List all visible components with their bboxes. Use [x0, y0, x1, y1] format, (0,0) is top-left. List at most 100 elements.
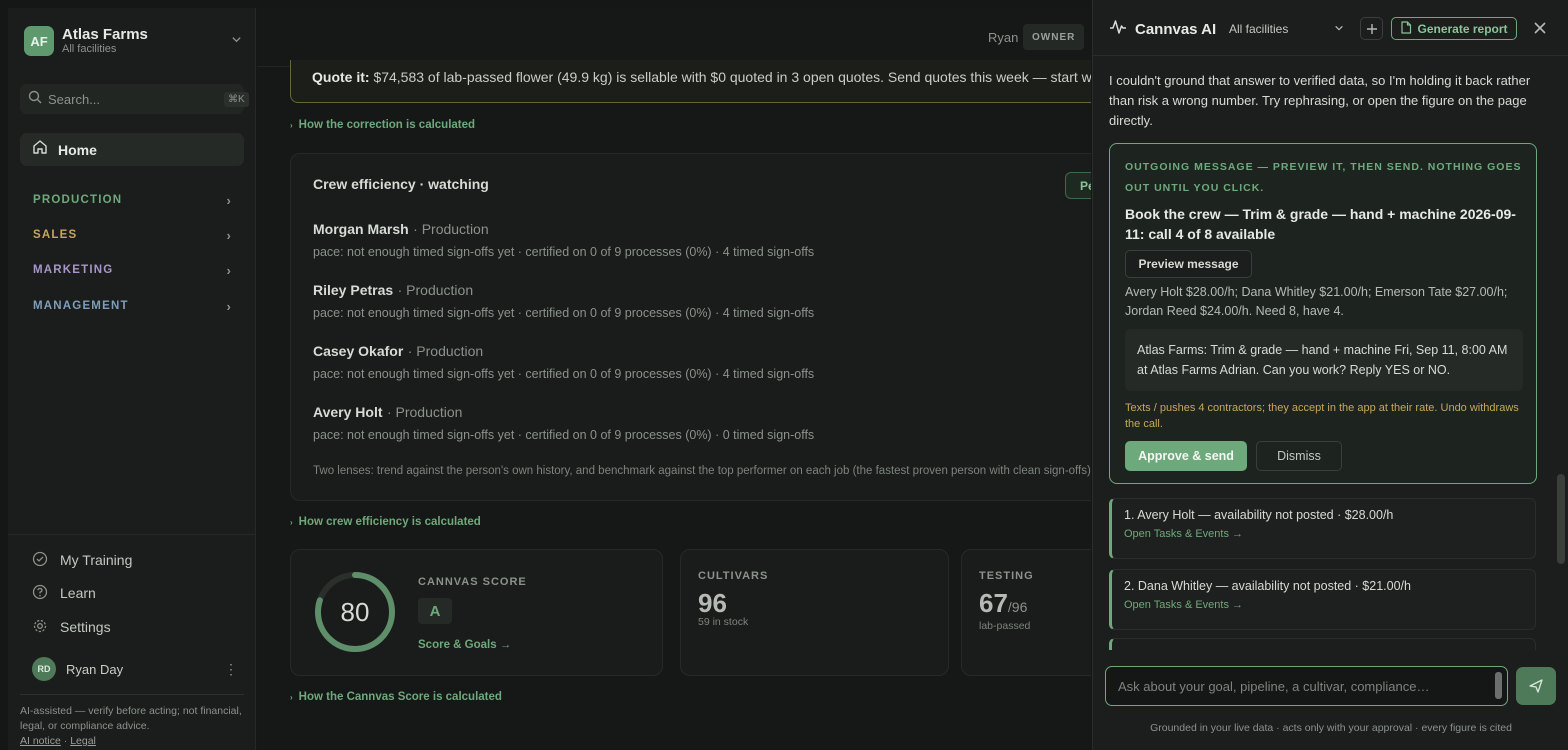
assistant-message: I couldn't ground that answer to verifie…	[1109, 73, 1531, 128]
correction-calc-link[interactable]: › How the correction is calculated	[290, 119, 475, 131]
sidebar-divider	[8, 534, 256, 535]
activity-icon	[1109, 18, 1127, 40]
score-grade: A	[418, 598, 452, 624]
send-icon	[1529, 679, 1543, 693]
panel-scrollbar[interactable]	[1557, 474, 1565, 564]
facility-select[interactable]: All facilities	[1223, 17, 1350, 40]
cannvas-score-card: 80 CANNVAS SCORE A Score & Goals →	[290, 549, 663, 676]
org-switcher[interactable]: AF Atlas Farms All facilities	[24, 24, 244, 58]
open-tasks-link[interactable]: Open Tasks & Events →	[1124, 528, 1523, 540]
nav-home[interactable]: Home	[20, 133, 244, 166]
legal-link[interactable]: Legal	[70, 735, 96, 747]
cultivars-sub: 59 in stock	[698, 616, 749, 628]
chevron-right-icon: ›	[226, 298, 232, 314]
approval-title: Book the crew — Trim & grade — hand + ma…	[1125, 206, 1516, 242]
top-bar: Ryan OWNER	[257, 8, 1091, 67]
search-box[interactable]: ⌘K	[20, 84, 249, 114]
nav-section-marketing[interactable]: MARKETING ›	[20, 255, 244, 285]
score-goals-link[interactable]: Score & Goals →	[418, 639, 511, 651]
section-label: MANAGEMENT	[33, 300, 129, 312]
search-shortcut: ⌘K	[224, 91, 249, 107]
input-scrollbar[interactable]	[1495, 672, 1502, 699]
quote-text: $74,583 of lab-passed flower (49.9 kg) i…	[373, 69, 1091, 85]
user-name: Ryan Day	[66, 661, 124, 677]
dismiss-button[interactable]: Dismiss	[1256, 441, 1342, 471]
crew-dept: · Production	[386, 404, 463, 420]
candidate-item-partial	[1109, 638, 1536, 650]
crew-rates: Avery Holt $28.00/h; Dana Whitley $21.00…	[1125, 285, 1508, 318]
quote-label: Quote it:	[312, 69, 370, 85]
nav-section-sales[interactable]: SALES ›	[20, 220, 244, 250]
preview-message-button[interactable]: Preview message	[1125, 250, 1252, 278]
caret-right-icon: ›	[290, 693, 293, 702]
ai-panel-header: Cannvas AI All facilities Generate repor…	[1093, 0, 1568, 56]
chat-input-box[interactable]	[1105, 666, 1508, 706]
quote-insight-card: Quote it: $74,583 of lab-passed flower (…	[290, 60, 1091, 103]
crew-calc-link[interactable]: › How crew efficiency is calculated	[290, 516, 481, 528]
ai-panel: Cannvas AI All facilities Generate repor…	[1092, 0, 1568, 750]
org-logo: AF	[24, 26, 54, 56]
sms-preview: Atlas Farms: Trim & grade — hand + machi…	[1125, 329, 1523, 391]
candidate-label: 2. Dana Whitley — availability not poste…	[1124, 579, 1411, 593]
nav-section-production[interactable]: PRODUCTION ›	[20, 185, 244, 215]
ai-panel-title: Cannvas AI	[1109, 18, 1216, 40]
plus-icon	[1366, 23, 1377, 34]
user-menu[interactable]: RD Ryan Day ⋮	[32, 656, 238, 682]
search-icon	[28, 90, 42, 109]
crew-meta: pace: not enough timed sign-offs yet · c…	[313, 428, 815, 442]
cultivars-card[interactable]: CULTIVARS 96 59 in stock	[680, 549, 949, 676]
testing-total: /96	[1007, 599, 1028, 615]
score-kicker: CANNVAS SCORE	[418, 576, 527, 588]
candidate-item: 2. Dana Whitley — availability not poste…	[1109, 569, 1536, 630]
generate-report-button[interactable]: Generate report	[1391, 17, 1517, 40]
crew-dept: · Production	[397, 282, 474, 298]
ai-notice-link[interactable]: AI notice	[20, 735, 61, 747]
chevron-right-icon: ›	[226, 227, 232, 243]
nav-learn[interactable]: Learn	[32, 582, 96, 604]
new-chat-button[interactable]	[1360, 17, 1383, 40]
caret-right-icon: ›	[290, 121, 293, 130]
outgoing-message-card: OUTGOING MESSAGE — PREVIEW IT, THEN SEND…	[1109, 143, 1537, 484]
current-user: Ryan	[988, 30, 1019, 45]
crew-meta: pace: not enough timed sign-offs yet · c…	[313, 367, 815, 381]
chevron-down-icon[interactable]	[228, 34, 244, 48]
testing-count: 67	[979, 588, 1008, 618]
caret-right-icon: ›	[290, 518, 293, 527]
chat-input[interactable]	[1118, 678, 1495, 694]
crew-row: Riley Petras · Production pace: not enou…	[313, 282, 1091, 320]
chevron-right-icon: ›	[226, 192, 232, 208]
candidate-item: 1. Avery Holt — availability not posted …	[1109, 498, 1536, 559]
testing-sub: lab-passed	[979, 620, 1031, 632]
approve-send-button[interactable]: Approve & send	[1125, 441, 1247, 471]
crew-row: Avery Holt · Production pace: not enough…	[313, 404, 1091, 442]
crew-name: Riley Petras	[313, 282, 394, 298]
testing-value: 67/96	[979, 588, 1027, 619]
disclaimer-text: AI-assisted — verify before acting; not …	[20, 705, 242, 732]
nav-settings[interactable]: Settings	[32, 616, 111, 638]
crew-title: Crew efficiency · watching	[313, 176, 489, 192]
crew-name: Avery Holt	[313, 404, 383, 420]
link-label: How crew efficiency is calculated	[298, 516, 481, 528]
document-icon	[1400, 20, 1412, 37]
send-button[interactable]	[1516, 667, 1556, 705]
ai-title-label: Cannvas AI	[1135, 20, 1217, 38]
nav-label: Settings	[60, 619, 111, 635]
open-tasks-link[interactable]: Open Tasks & Events →	[1124, 599, 1523, 611]
crew-dept: · Production	[413, 221, 489, 237]
crew-dept: · Production	[407, 343, 484, 359]
nav-section-management[interactable]: MANAGEMENT ›	[20, 291, 244, 321]
crew-meta: pace: not enough timed sign-offs yet · c…	[313, 245, 815, 259]
search-input[interactable]	[48, 91, 224, 107]
role-badge: OWNER	[1023, 24, 1085, 50]
testing-card[interactable]: TESTING 67/96 lab-passed	[961, 549, 1091, 676]
nav-my-training[interactable]: My Training	[32, 549, 132, 571]
crew-footnote: Two lenses: trend against the person's o…	[313, 465, 1091, 477]
crew-row: Morgan Marsh · Production pace: not enou…	[313, 221, 1091, 259]
crew-action-button[interactable]: Pe	[1065, 172, 1091, 199]
more-vertical-icon[interactable]: ⋮	[224, 661, 238, 678]
close-icon[interactable]	[1529, 16, 1551, 40]
score-calc-link[interactable]: › How the Cannvas Score is calculated	[290, 691, 502, 703]
org-subtitle: All facilities	[62, 43, 117, 55]
approval-kicker: OUTGOING MESSAGE — PREVIEW IT, THEN SEND…	[1125, 161, 1522, 194]
send-warning: Texts / pushes 4 contractors; they accep…	[1125, 402, 1519, 430]
